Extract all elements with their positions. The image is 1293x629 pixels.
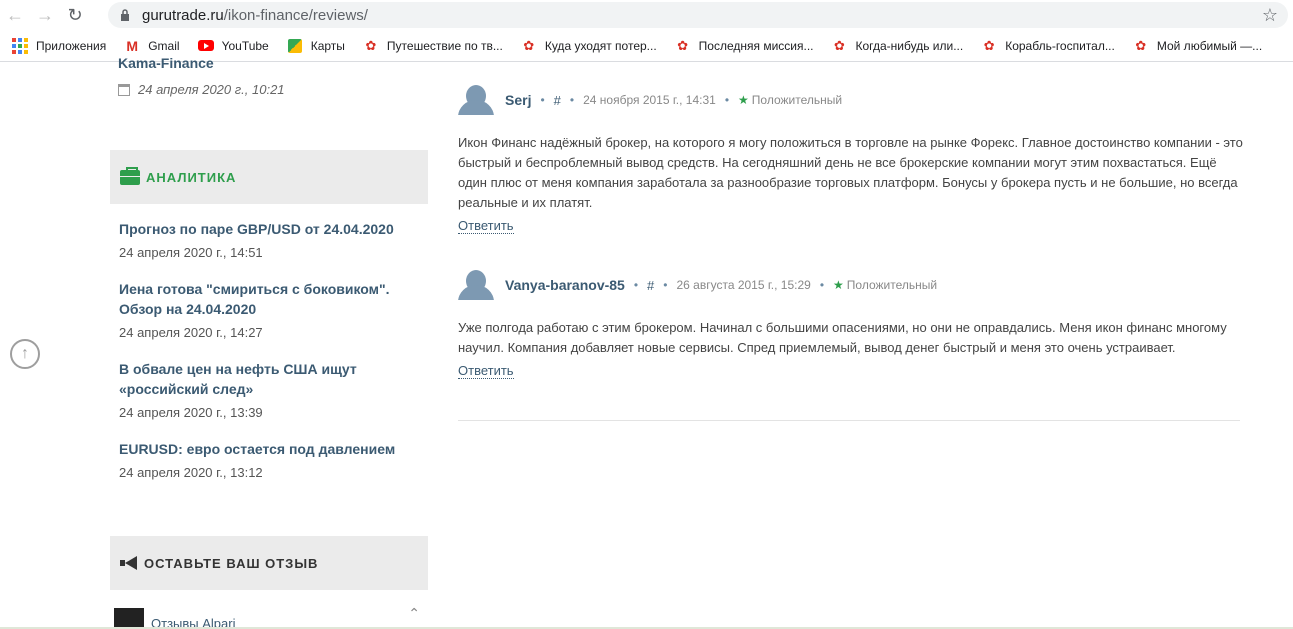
thumbnail-image [114,608,144,629]
favicon-icon: ✿ [677,37,689,53]
maps-icon [287,38,303,54]
bookmark-item[interactable]: ✿ Корабль-госпитал... [981,38,1115,54]
analytics-widget-header: АНАЛИТИКА [110,150,428,204]
news-item: В обвале цен на нефть США ищут «российск… [119,359,419,420]
reply-link[interactable]: Ответить [458,218,514,234]
bookmark-maps[interactable]: Карты [287,38,345,54]
reload-icon[interactable]: ↻ [60,0,90,30]
divider [458,420,1240,421]
favicon-icon: ✿ [523,37,535,53]
review-header: Vanya-baranov-85 • # • 26 августа 2015 г… [458,270,1243,300]
bookmark-item[interactable]: ✿ Куда уходят потер... [521,37,657,54]
date-text: 24 апреля 2020 г., 10:21 [138,82,285,97]
favicon-icon: ✿ [834,37,845,53]
favicon-icon: ✿ [983,37,995,53]
review-item: Serj • # • 24 ноября 2015 г., 14:31 • ★ … [458,85,1243,235]
bookmark-item[interactable]: ✿ Мой любимый —... [1133,38,1262,54]
sidebar-prev-date: 24 апреля 2020 г., 10:21 [118,82,285,97]
bookmark-label: Карты [310,38,345,53]
news-date: 24 апреля 2020 г., 13:39 [119,405,263,420]
scroll-to-top-button[interactable]: ↑ [10,339,40,369]
briefcase-icon [120,166,140,185]
page-content: ↑ Kama-Finance 24 апреля 2020 г., 10:21 … [0,55,1293,629]
chevron-up-icon[interactable]: ⌃ [408,605,420,622]
arrow-up-icon: ↑ [21,345,29,362]
review-rating: Положительный [751,93,843,107]
separator-dot: • [633,278,639,292]
news-item: Иена готова "смириться с боковиком". Обз… [119,279,419,340]
star-icon: ★ [833,278,844,292]
review-rating: Положительный [846,278,938,292]
favicon-icon: ✿ [365,37,377,53]
bookmark-label: Куда уходят потер... [544,38,657,53]
bookmark-label: Когда-нибудь или... [855,38,964,53]
back-arrow-icon[interactable]: ← [0,0,30,30]
news-title-link[interactable]: EURUSD: евро остается под давлением [119,439,419,459]
news-title-link[interactable]: Иена готова "смириться с боковиком". Обз… [119,279,419,319]
separator-dot: • [540,93,545,107]
bookmark-label: Путешествие по тв... [386,38,503,53]
review-widget-title: ОСТАВЬТЕ ВАШ ОТЗЫВ [144,555,319,571]
star-icon: ★ [738,93,749,107]
url-text: gurutrade.ru/ikon-finance/reviews/ [142,6,368,24]
news-title-link[interactable]: Прогноз по паре GBP/USD от 24.04.2020 [119,219,419,239]
youtube-icon [197,38,214,54]
review-text: Уже полгода работаю с этим брокером. Нач… [458,320,1227,355]
bookmark-item[interactable]: ✿ Путешествие по тв... [363,37,503,54]
lock-icon [118,8,132,22]
bookmark-label: Gmail [148,38,180,53]
address-bar[interactable]: gurutrade.ru/ikon-finance/reviews/ ☆ [108,2,1288,28]
bookmark-label: YouTube [221,38,269,53]
news-date: 24 апреля 2020 г., 14:27 [119,325,263,340]
review-date: 26 августа 2015 г., 15:29 [676,278,811,292]
avatar-icon [458,85,494,115]
bookmark-label: Мой любимый —... [1156,38,1263,53]
bookmark-item[interactable]: ✿ Когда-нибудь или... [832,37,964,54]
separator-dot: • [569,93,575,107]
news-item: Прогноз по паре GBP/USD от 24.04.2020 24… [119,219,419,260]
bookmark-youtube[interactable]: YouTube [197,38,269,54]
bookmark-gmail[interactable]: M Gmail [124,38,179,54]
bookmark-star-icon[interactable]: ☆ [1262,5,1278,26]
bookmark-label: Приложения [36,38,107,53]
bookmark-item[interactable]: ✿ Последняя миссия... [675,37,814,54]
news-item: EURUSD: евро остается под давлением 24 а… [119,439,419,480]
favicon-icon: ✿ [1135,37,1147,53]
review-header: Serj • # • 24 ноября 2015 г., 14:31 • ★ … [458,85,1243,115]
sidebar-prev-title[interactable]: Kama-Finance [118,55,214,71]
browser-toolbar: ← → ↻ gurutrade.ru/ikon-finance/reviews/… [0,0,1293,30]
apps-icon [12,37,28,54]
review-widget-header: ОСТАВЬТЕ ВАШ ОТЗЫВ [110,536,428,590]
review-permalink[interactable]: # [554,93,561,108]
separator-dot: • [724,93,730,107]
separator-dot: • [819,278,825,292]
news-title-link[interactable]: В обвале цен на нефть США ищут «российск… [119,359,419,399]
review-author[interactable]: Vanya-baranov-85 [505,277,625,293]
bookmark-label: Последняя миссия... [698,38,814,53]
review-item: Vanya-baranov-85 • # • 26 августа 2015 г… [458,270,1243,380]
avatar-icon [458,270,494,300]
gmail-icon: M [126,37,139,54]
bookmark-label: Корабль-госпитал... [1005,38,1115,53]
forward-arrow-icon[interactable]: → [30,0,60,30]
list-item[interactable]: Отзывы Alpari ⌃ [114,605,424,629]
review-author[interactable]: Serj [505,92,531,108]
bookmark-apps[interactable]: Приложения [12,37,107,54]
megaphone-icon [120,556,138,570]
news-date: 24 апреля 2020 г., 13:12 [119,465,263,480]
calendar-icon [118,83,130,96]
separator-dot: • [663,278,668,292]
review-date: 24 ноября 2015 г., 14:31 [583,93,716,107]
review-permalink[interactable]: # [647,278,654,293]
review-text: Икон Финанс надёжный брокер, на которого… [458,135,1243,210]
news-date: 24 апреля 2020 г., 14:51 [119,245,263,260]
analytics-title: АНАЛИТИКА [146,169,237,185]
reply-link[interactable]: Ответить [458,363,514,379]
